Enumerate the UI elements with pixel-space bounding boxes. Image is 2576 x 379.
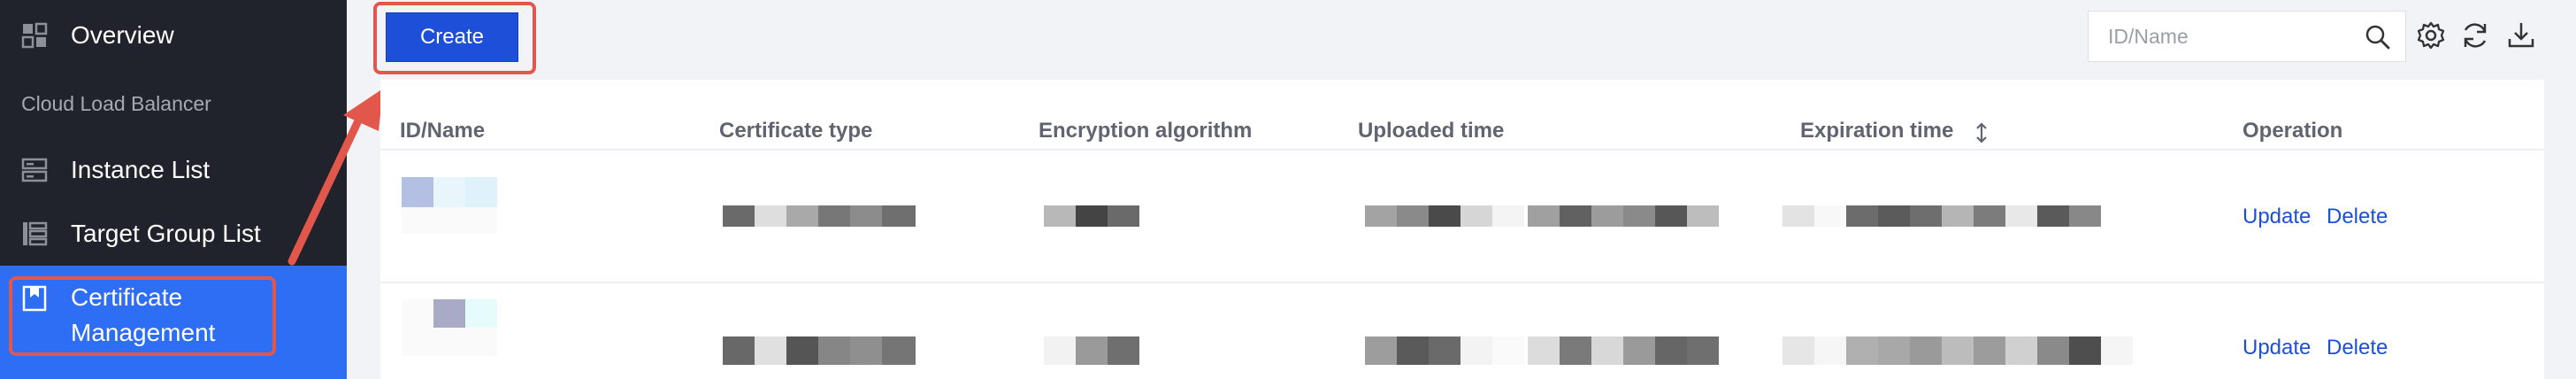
column-header-expiration-time[interactable]: Expiration time xyxy=(1800,113,1953,149)
create-button[interactable]: Create xyxy=(386,12,518,62)
gear-icon[interactable] xyxy=(2415,19,2447,51)
sidebar-item-overview[interactable]: Overview xyxy=(0,18,347,53)
grid-icon xyxy=(21,22,48,49)
section-label: Cloud Load Balancer xyxy=(21,92,211,115)
column-header-encryption-algorithm: Encryption algorithm xyxy=(1039,119,1253,143)
search-field[interactable] xyxy=(2088,11,2406,62)
refresh-icon[interactable] xyxy=(2459,19,2491,51)
update-link[interactable]: Update xyxy=(2242,202,2311,232)
delete-link[interactable]: Delete xyxy=(2327,333,2388,363)
annotation-arrow xyxy=(288,89,383,266)
list-icon xyxy=(23,221,48,246)
sidebar-item-label: Overview xyxy=(71,21,174,49)
column-header-id-name: ID/Name xyxy=(400,119,486,143)
highlight-box-sidebar xyxy=(9,276,276,356)
download-icon[interactable] xyxy=(2505,19,2537,51)
header-divider xyxy=(380,149,2544,151)
certificate-table: ID/Name Certificate type Encryption algo… xyxy=(380,80,2544,379)
search-icon[interactable] xyxy=(2365,24,2391,50)
sidebar-item-label: Target Group List xyxy=(71,220,261,247)
row-divider xyxy=(380,282,2544,283)
sort-icon[interactable] xyxy=(1974,122,1989,143)
column-header-operation: Operation xyxy=(2242,119,2343,143)
sidebar-item-label: Instance List xyxy=(71,156,211,183)
search-input[interactable] xyxy=(2106,23,2340,50)
column-header-uploaded-time: Uploaded time xyxy=(1358,119,1505,143)
server-icon xyxy=(21,158,48,182)
update-link[interactable]: Update xyxy=(2242,333,2311,363)
column-header-certificate-type: Certificate type xyxy=(719,119,873,143)
delete-link[interactable]: Delete xyxy=(2327,202,2388,232)
